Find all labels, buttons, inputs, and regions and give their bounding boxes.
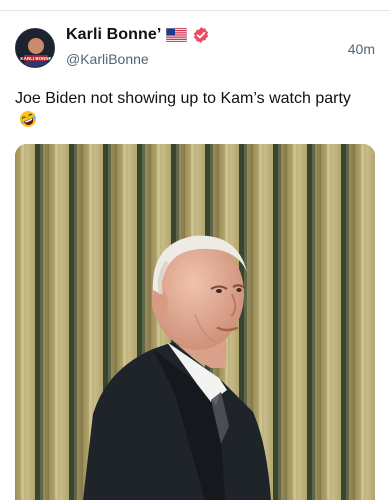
post-timestamp[interactable]: 40m — [348, 41, 375, 57]
author-name[interactable]: Karli Bonne’ — [66, 26, 161, 44]
rolling-laughing-emoji-icon — [20, 111, 36, 127]
post-card[interactable]: KARLI BONNE Karli Bonne’ @KarliBonne 40m… — [0, 11, 390, 500]
avatar-text: KARLI BONNE — [20, 56, 51, 61]
verified-badge-icon — [194, 27, 209, 43]
us-flag-icon — [166, 28, 188, 42]
post-media-video[interactable] — [15, 144, 375, 500]
video-frame-image — [15, 144, 375, 500]
author-handle[interactable]: @KarliBonne — [66, 51, 149, 67]
name-row: Karli Bonne’ — [66, 26, 210, 44]
post-text: Joe Biden not showing up to Kam’s watch … — [15, 88, 365, 132]
avatar-image: KARLI BONNE — [16, 29, 54, 67]
avatar[interactable]: KARLI BONNE — [15, 28, 55, 68]
post-text-content: Joe Biden not showing up to Kam’s watch … — [15, 90, 351, 107]
